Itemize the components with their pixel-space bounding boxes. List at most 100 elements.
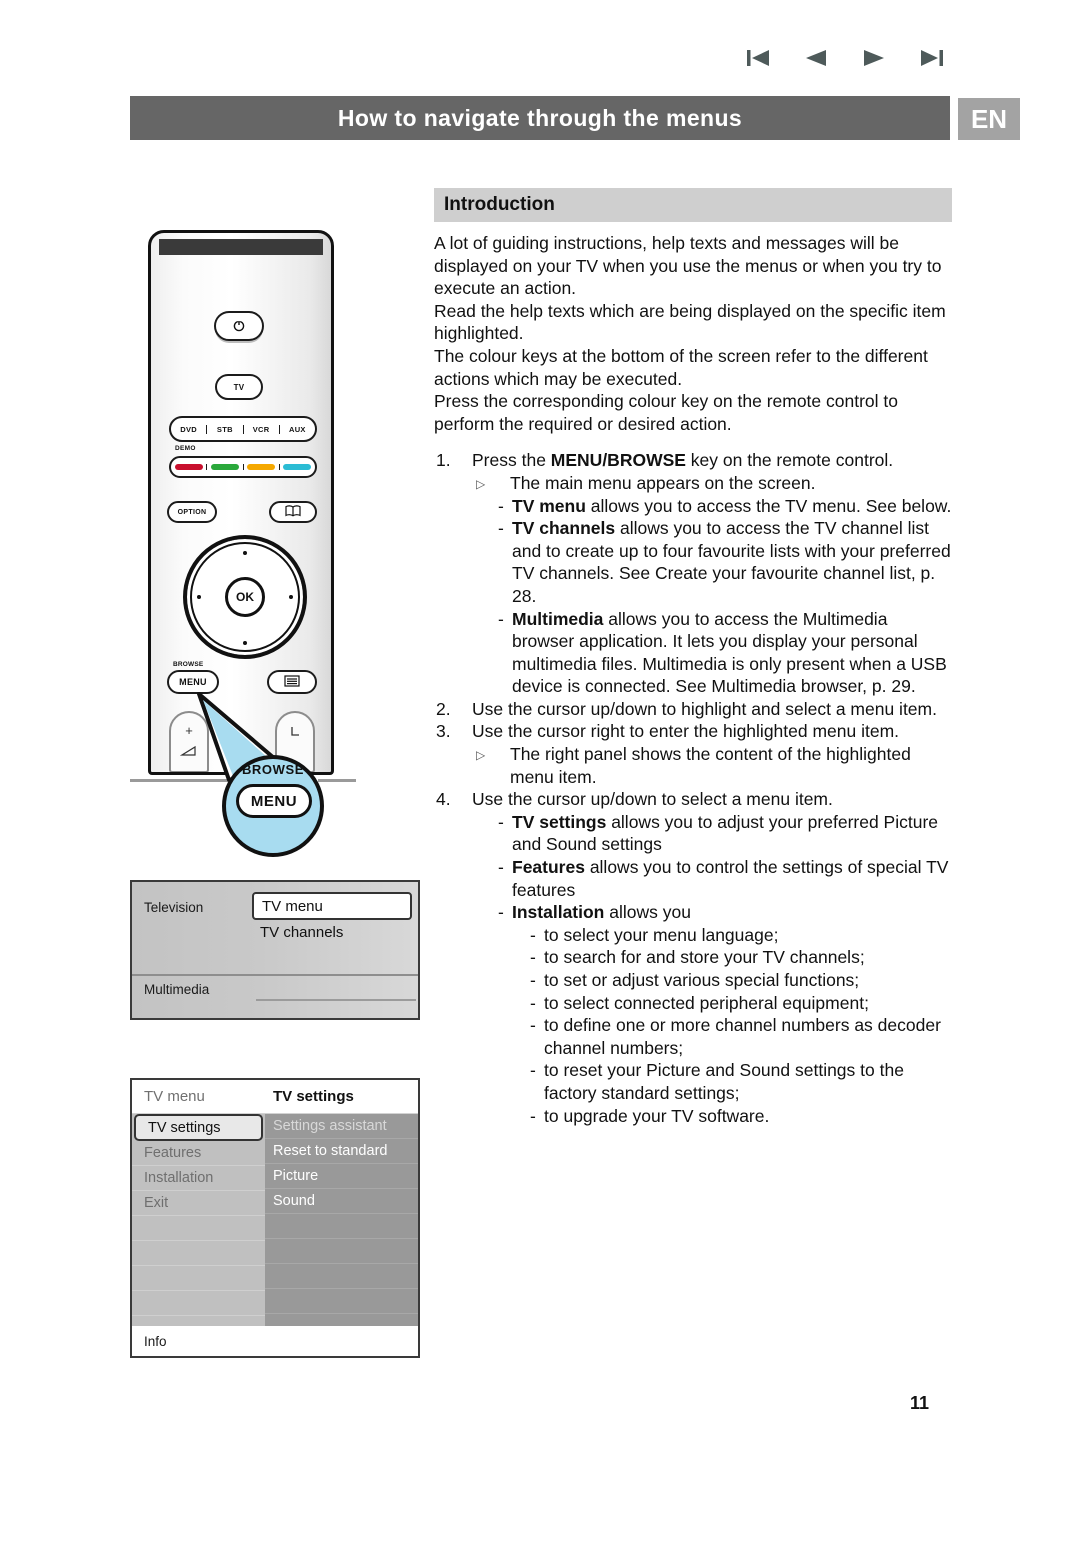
intro-paragraph-1: A lot of guiding instructions, help text… [434,233,942,299]
left-blank-row [132,1216,265,1241]
browse-label: BROWSE [173,661,204,668]
vcr-button[interactable]: VCR [244,424,280,434]
left-panel-header: TV menu [144,1088,205,1105]
main-menu-screenshot: Television TV menu TV channels Multimedi… [130,880,420,1020]
step-1-result: ▷ The main menu appears on the screen. [472,472,952,495]
right-blank-row [265,1289,418,1314]
page-title: How to navigate through the menus [337,104,743,131]
left-blank-row [132,1241,265,1266]
red-colour-key[interactable] [171,464,208,470]
menu-item-exit[interactable]: Exit [132,1191,265,1216]
callout-browse-label: BROWSE [241,762,305,777]
item-bold: TV settings [512,811,607,832]
aux-button[interactable]: AUX [280,425,315,434]
submenu-item-picture[interactable]: Picture [265,1164,418,1189]
left-blank-row [132,1266,265,1291]
instruction-steps: 1. Press the MENU/BROWSE key on the remo… [434,449,952,1127]
teletext-icon [284,675,300,689]
menu-item-tv-settings[interactable]: TV settings [134,1114,263,1141]
menu-item-features[interactable]: Features [132,1141,265,1166]
list-item: to upgrade your TV software. [530,1105,952,1128]
tv-menu-screenshot: TV menu TV settings TV settings Features… [130,1078,420,1358]
menu-item-tv-menu[interactable]: TV menu [252,892,412,920]
list-item: TV channels allows you to access the TV … [498,517,952,607]
item-bold: Multimedia [512,608,604,629]
intro-paragraph-4: Press the corresponding colour key on th… [434,391,898,434]
step-1-number: 1. [436,450,451,471]
page-title-bar: How to navigate through the menus [130,96,950,140]
ok-button[interactable]: OK [225,577,265,617]
book-icon [285,505,301,519]
left-menu-panel: TV settings Features Installation Exit [132,1114,265,1326]
list-item: to search for and store your TV channels… [530,946,952,969]
next-page-icon[interactable] [861,47,887,69]
menu-divider [132,974,418,976]
power-icon [232,318,246,334]
step-1-text-after: key on the remote control. [685,450,894,471]
step-3-text: Use the cursor right to enter the highli… [472,721,900,742]
submenu-item-sound[interactable]: Sound [265,1189,418,1214]
first-page-icon[interactable] [745,47,771,69]
page-navigation-icons[interactable] [745,47,945,69]
green-colour-key[interactable] [207,464,244,470]
installation-subitems: to select your menu language; to search … [512,924,952,1127]
cursor-left-dot[interactable] [197,595,201,599]
previous-page-icon[interactable] [803,47,829,69]
source-button-row[interactable]: DVD STB VCR AUX [169,416,317,442]
yellow-colour-key[interactable] [244,464,280,470]
step-4-number: 4. [436,789,451,810]
power-button[interactable] [214,311,264,341]
list-item: to set or adjust various special functio… [530,969,952,992]
right-menu-panel: Settings assistant Reset to standard Pic… [265,1114,418,1326]
cyan-colour-key[interactable] [280,464,315,470]
info-footer: Info [132,1326,418,1356]
menu-item-tv-channels[interactable]: TV channels [260,924,343,941]
last-page-icon[interactable] [919,47,945,69]
result-arrow-icon: ▷ [476,476,486,491]
intro-paragraph-2: Read the help texts which are being disp… [434,300,946,344]
step-2-text: Use the cursor up/down to highlight and … [472,698,937,719]
list-item: TV settings allows you to adjust your pr… [498,811,952,856]
guide-button[interactable] [269,501,317,523]
cursor-up-dot[interactable] [243,551,247,555]
step-2-number: 2. [436,698,451,719]
right-panel-header: TV settings [273,1088,354,1105]
dvd-button[interactable]: DVD [171,424,208,434]
item-bold: TV menu [512,495,586,516]
intro-paragraph-3: The colour keys at the bottom of the scr… [434,345,928,389]
introduction-heading: Introduction [434,188,952,222]
list-item: Features allows you to control the setti… [498,856,952,901]
menu-item-installation[interactable]: Installation [132,1166,265,1191]
cursor-right-dot[interactable] [289,595,293,599]
right-blank-row [265,1214,418,1239]
submenu-item-reset-to-standard[interactable]: Reset to standard [265,1139,418,1164]
ir-window [159,239,323,255]
demo-label: DEMO [175,445,196,452]
menu-body: TV settings Features Installation Exit S… [132,1114,418,1326]
list-item: to select your menu language; [530,924,952,947]
stb-button[interactable]: STB [207,424,244,434]
item-text: allows you [604,902,691,923]
item-text: allows you to access the TV menu. See be… [585,495,952,516]
item-bold: Features [512,857,585,878]
multimedia-group-label: Multimedia [144,982,210,997]
tv-source-button[interactable]: TV [215,374,263,400]
option-button[interactable]: OPTION [167,501,217,523]
list-item: to select connected peripheral equipment… [530,992,952,1015]
submenu-item-settings-assistant[interactable]: Settings assistant [265,1114,418,1139]
item-bold: TV channels [512,518,616,539]
left-blank-row [132,1291,265,1316]
step-2: 2. Use the cursor up/down to highlight a… [434,698,952,721]
step-1-items: TV menu allows you to access the TV menu… [472,495,952,698]
list-item: to define one or more channel numbers as… [530,1014,952,1059]
step-4: 4. Use the cursor up/down to select a me… [434,788,952,1127]
right-blank-row [265,1239,418,1264]
step-3-number: 3. [436,721,451,742]
callout-menu-button[interactable]: MENU [236,784,312,818]
cursor-down-dot[interactable] [243,641,247,645]
step-4-text: Use the cursor up/down to select a menu … [472,789,833,810]
language-badge: EN [958,98,1020,140]
colour-key-row[interactable] [169,456,317,478]
step-1-result-text: The main menu appears on the screen. [510,472,816,493]
callout-guide-line-right [318,779,356,782]
